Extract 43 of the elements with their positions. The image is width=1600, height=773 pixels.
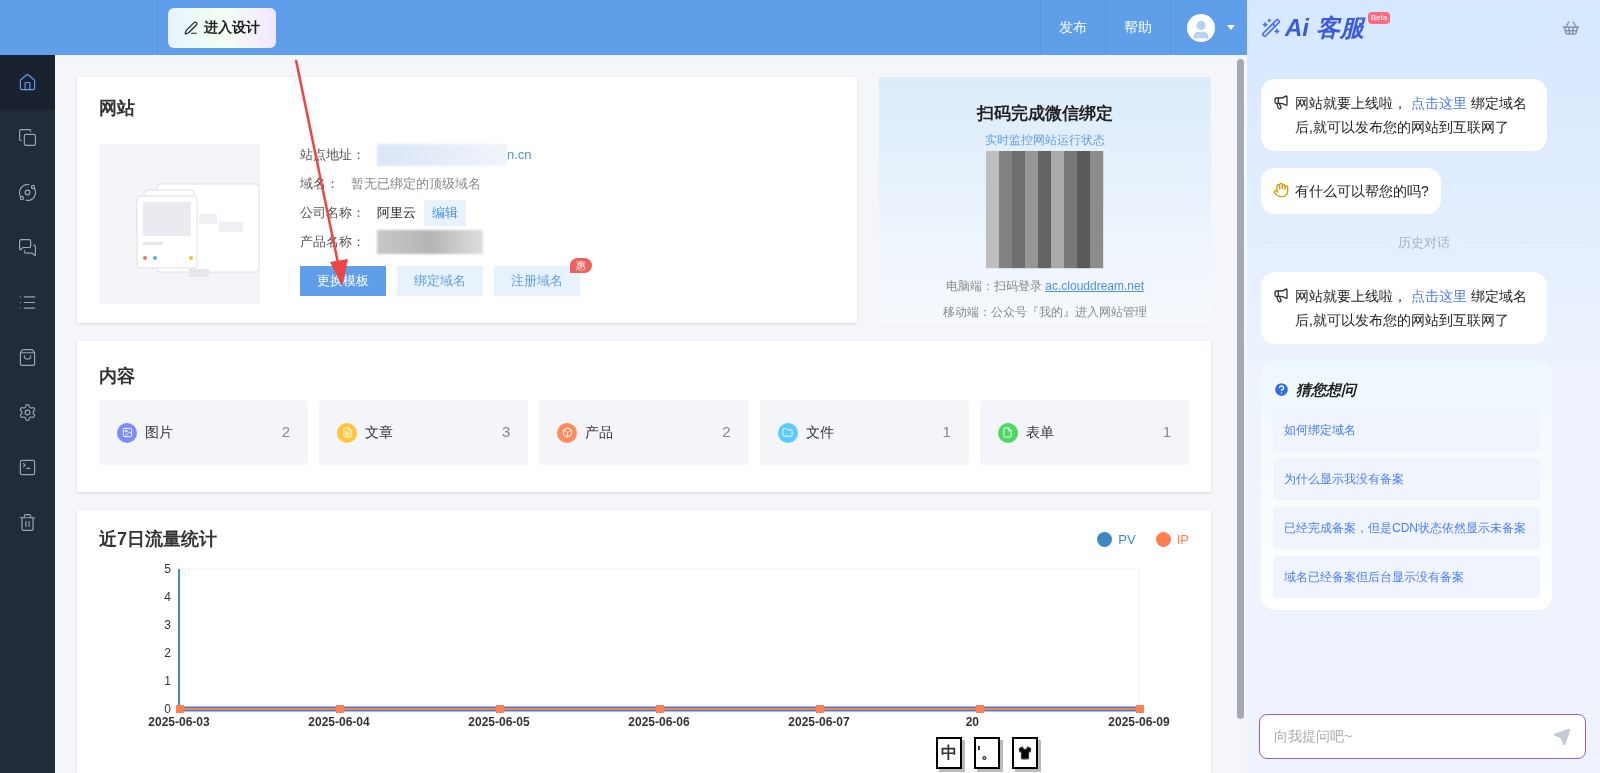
divider-label: 历史对话 <box>1397 234 1450 252</box>
y-tick-label: 2 <box>164 646 172 660</box>
x-tick-label: 2025-06-04 <box>308 715 371 729</box>
beta-badge: Beta <box>1367 12 1391 24</box>
message-text: 网站就要上线啦， 点击这里 绑定域名后,就可以发布您的网站到互联网了 <box>1295 286 1528 330</box>
y-tick-label: 0 <box>164 702 172 716</box>
y-tick-label: 3 <box>164 618 172 632</box>
tile-count: 1 <box>1162 422 1171 443</box>
message-text: 网站就要上线啦， 点击这里 绑定域名后,就可以发布您的网站到互联网了 <box>1295 94 1528 137</box>
tile-label: 文章 <box>365 423 395 442</box>
y-axis: 0 1 2 3 4 5 <box>164 562 180 716</box>
field-value: 暂无已绑定的顶级域名 <box>351 175 481 194</box>
chat-title: Ai 客服 <box>1285 12 1364 43</box>
info-text: 电脑端：扫码登录 <box>946 277 1043 295</box>
card-title: 内容 <box>99 365 136 388</box>
y-tick-label: 1 <box>164 674 172 688</box>
field-value: 阿里云 <box>377 204 416 223</box>
card-title: 扫码完成微信绑定 <box>977 103 1113 125</box>
x-tick-label: 20 <box>965 715 980 729</box>
tile-label: 图片 <box>145 423 174 442</box>
card-subtitle: 实时监控网站运行状态 <box>985 131 1105 149</box>
y-tick-label: 5 <box>164 562 172 576</box>
suggest-title: 猜您想问 <box>1296 379 1356 400</box>
tile-label: 产品 <box>585 423 615 442</box>
tile-count: 1 <box>942 422 951 443</box>
legend-label: PV <box>1118 530 1136 549</box>
tile-label: 文件 <box>805 423 835 442</box>
card-title: 网站 <box>99 97 136 120</box>
x-tick-label: 2025-06-09 <box>1108 715 1171 729</box>
tile-count: 2 <box>722 422 731 443</box>
x-tick-label: 2025-06-07 <box>788 715 851 729</box>
x-tick-label: 2025-06-05 <box>468 715 531 729</box>
info-text: 移动端：公众号『我的』进入网站管理 <box>943 303 1147 321</box>
tile-label: 表单 <box>1025 423 1055 442</box>
tile-count: 2 <box>281 422 291 443</box>
discount-badge: 惠 <box>570 258 592 273</box>
x-tick-label: 2025-06-03 <box>148 715 211 729</box>
tile-count: 3 <box>502 422 511 443</box>
x-tick-label: 2025-06-06 <box>628 715 691 729</box>
card-title: 近7日流量统计 <box>99 528 218 551</box>
y-tick-label: 4 <box>164 590 172 604</box>
message-text: 有什么可以帮您的吗? <box>1295 182 1429 201</box>
legend-label: IP <box>1176 530 1189 549</box>
